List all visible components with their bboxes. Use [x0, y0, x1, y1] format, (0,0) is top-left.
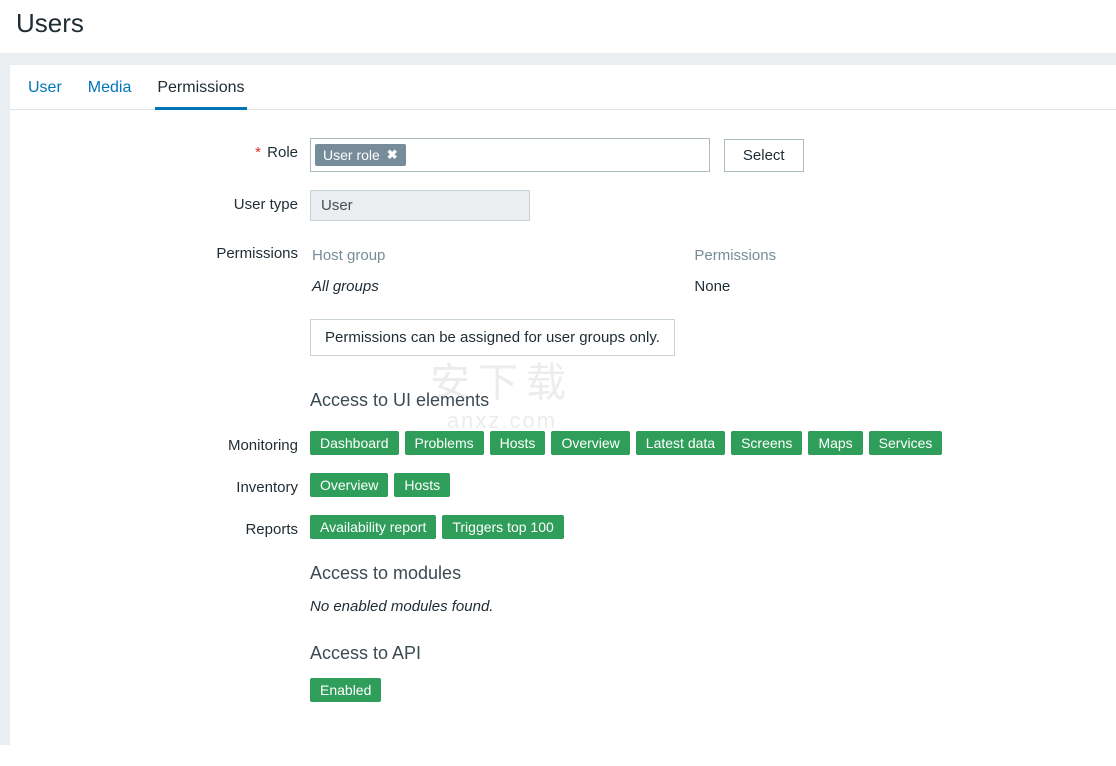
permissions-table: Host group Permissions All groups None — [310, 239, 950, 299]
role-tag-label: User role — [323, 147, 380, 163]
badge-services: Services — [869, 431, 943, 455]
tab-user[interactable]: User — [26, 65, 64, 110]
inventory-badges: Overview Hosts — [310, 473, 1096, 497]
table-row: All groups None — [312, 276, 948, 297]
monitoring-label: Monitoring — [10, 431, 310, 454]
permissions-col-permissions: Permissions — [694, 241, 948, 274]
access-ui-title: Access to UI elements — [310, 390, 1096, 411]
remove-role-icon[interactable]: ✖ — [387, 147, 398, 163]
badge-latest-data: Latest data — [636, 431, 725, 455]
badge-triggers-top100: Triggers top 100 — [442, 515, 563, 539]
access-api-title: Access to API — [310, 643, 1096, 664]
monitoring-badges: Dashboard Problems Hosts Overview Latest… — [310, 431, 1096, 455]
permissions-col-hostgroup: Host group — [312, 241, 692, 274]
permissions-note: Permissions can be assigned for user gro… — [310, 319, 675, 356]
tabs: User Media Permissions — [10, 65, 1116, 110]
badge-overview: Overview — [551, 431, 629, 455]
badge-screens: Screens — [731, 431, 802, 455]
select-role-button[interactable]: Select — [724, 139, 804, 172]
permissions-hostgroup-value: All groups — [312, 276, 692, 297]
panel: User Media Permissions * Role User role … — [10, 65, 1116, 745]
badge-dashboard: Dashboard — [310, 431, 399, 455]
reports-label: Reports — [10, 515, 310, 538]
reports-badges: Availability report Triggers top 100 — [310, 515, 1096, 539]
badge-inventory-hosts: Hosts — [394, 473, 450, 497]
permissions-label: Permissions — [10, 239, 310, 262]
access-modules-title: Access to modules — [310, 563, 1096, 584]
tab-media[interactable]: Media — [86, 65, 134, 110]
badge-inventory-overview: Overview — [310, 473, 388, 497]
page-title: Users — [0, 0, 1116, 53]
inventory-label: Inventory — [10, 473, 310, 496]
role-label: * Role — [10, 138, 310, 161]
access-modules-note: No enabled modules found. — [310, 598, 1096, 615]
badge-availability-report: Availability report — [310, 515, 436, 539]
required-asterisk: * — [255, 144, 261, 161]
badge-problems: Problems — [405, 431, 484, 455]
badge-maps: Maps — [808, 431, 862, 455]
user-type-label: User type — [10, 190, 310, 213]
role-tag[interactable]: User role ✖ — [315, 144, 406, 166]
user-type-value: User — [310, 190, 530, 221]
badge-hosts: Hosts — [490, 431, 546, 455]
permissions-permission-value: None — [694, 276, 948, 297]
api-enabled-badge: Enabled — [310, 678, 381, 702]
role-multiselect[interactable]: User role ✖ — [310, 138, 710, 172]
tab-permissions[interactable]: Permissions — [155, 65, 246, 110]
